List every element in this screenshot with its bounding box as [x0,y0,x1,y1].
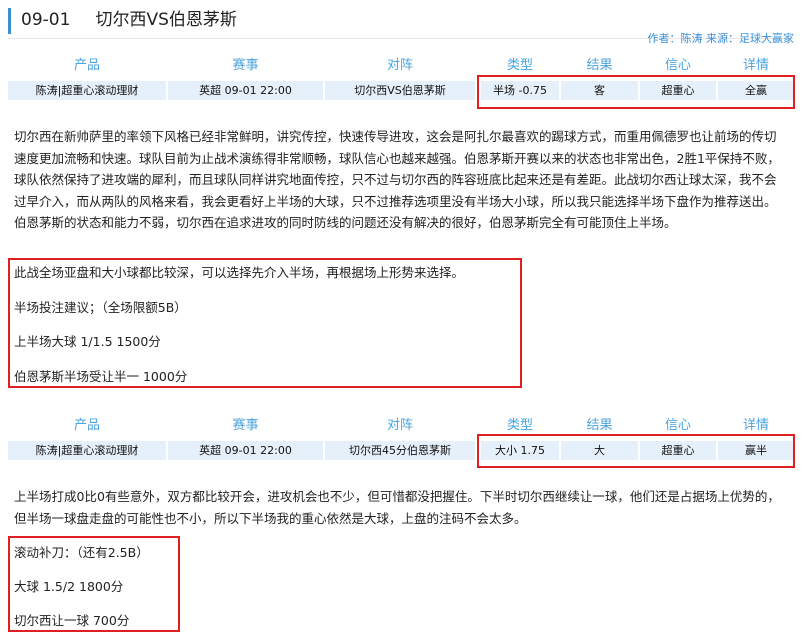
byline: 作者：陈涛 来源：足球大赢家 [647,32,795,45]
header-product: 产品 [73,418,100,433]
match-date: 09-01 [21,10,71,30]
header-result: 结果 [586,418,613,433]
cell-matchup: 切尔西VS伯恩茅斯 [325,81,475,100]
cell-event: 英超 09-01 22:00 [168,81,323,100]
cell-product: 陈涛|超重心滚动理财 [8,81,166,100]
match-title: 切尔西VS伯恩茅斯 [95,10,237,30]
header-detail: 详情 [742,418,769,433]
header-matchup: 对阵 [386,418,413,433]
header-detail: 详情 [742,58,769,73]
cell-product: 陈涛|超重心滚动理财 [8,441,166,460]
tip-line: 上半场大球 1/1.5 1500分 [14,334,161,349]
tip-line: 伯恩茅斯半场受让半一 1000分 [14,369,188,384]
header-event: 赛事 [232,418,259,433]
analysis-paragraph-2: 上半场打成0比0有些意外，双方都比较开会，进攻机会也不少，但可惜都没把握住。下半… [14,489,780,526]
highlight-box-pick2 [477,434,795,468]
header-result: 结果 [586,58,613,73]
header-event: 赛事 [232,58,259,73]
header-matchup: 对阵 [386,58,413,73]
header-confidence: 信心 [664,418,691,433]
header-type: 类型 [506,58,533,73]
analysis-paragraph-1: 切尔西在新帅萨里的率领下风格已经非常鲜明，讲究传控，快速传导进攻，这会是阿扎尔最… [14,129,780,230]
header-product: 产品 [73,58,100,73]
tip-line: 切尔西让一球 700分 [14,613,130,628]
tip-line: 大球 1.5/2 1800分 [14,579,124,594]
highlight-box-pick1 [477,75,795,109]
tip-line: 此战全场亚盘和大小球都比较深，可以选择先介入半场，再根据场上形势来选择。 [14,265,465,280]
cell-event: 英超 09-01 22:00 [168,441,323,460]
header-type: 类型 [506,418,533,433]
tip-line: 滚动补刀：（还有2.5B） [14,545,149,560]
header-confidence: 信心 [664,58,691,73]
tip-line: 半场投注建议；（全场限额5B） [14,300,187,315]
cell-matchup: 切尔西45分伯恩茅斯 [325,441,475,460]
